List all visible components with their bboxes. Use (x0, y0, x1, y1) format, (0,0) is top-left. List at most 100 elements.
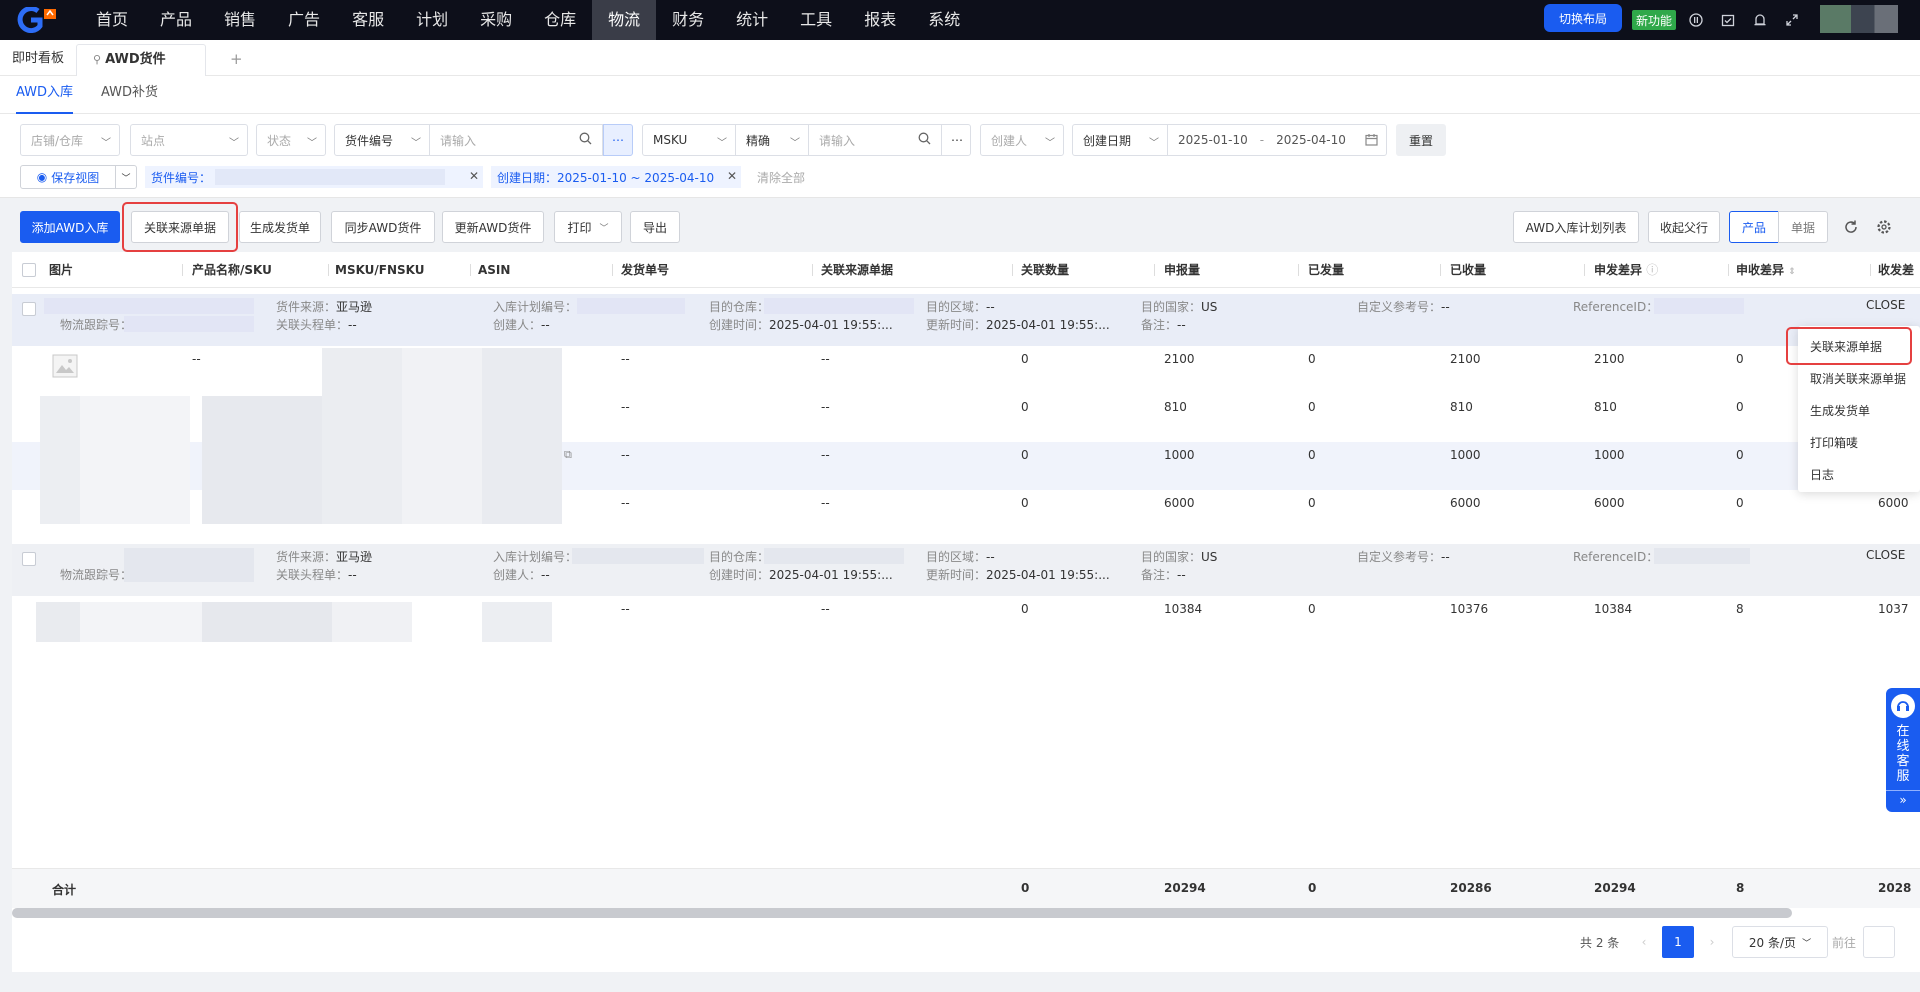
user-avatar[interactable] (1820, 5, 1898, 33)
clear-all-link[interactable]: 清除全部 (757, 169, 805, 186)
bell-icon[interactable] (1752, 12, 1768, 28)
shop-warehouse-select[interactable]: 店铺/仓库 ﹀ (20, 124, 120, 156)
page-1-button[interactable]: 1 (1662, 926, 1694, 958)
menu-unlink-source[interactable]: 取消关联来源单据 (1810, 370, 1906, 387)
nav-home[interactable]: 首页 (80, 0, 144, 40)
nav-sales[interactable]: 销售 (208, 0, 272, 40)
search-icon[interactable] (579, 132, 592, 148)
pin-icon: ⚲ (93, 53, 102, 66)
shipment-no-input[interactable]: 请输入 (429, 124, 603, 156)
menu-gen-shipping[interactable]: 生成发货单 (1810, 402, 1870, 419)
header-no-value: -- (348, 318, 357, 332)
nav-service[interactable]: 客服 (336, 0, 400, 40)
info-icon[interactable] (1688, 12, 1704, 28)
nav-tools[interactable]: 工具 (784, 0, 848, 40)
chevron-down-icon: ﹀ (1149, 138, 1159, 149)
refresh-icon[interactable] (1843, 219, 1859, 238)
nav-product[interactable]: 产品 (144, 0, 208, 40)
horizontal-scrollbar[interactable] (12, 908, 1792, 918)
collapse-parent-button[interactable]: 收起父行 (1648, 211, 1720, 243)
save-view-button[interactable]: ◉ 保存视图 (20, 165, 116, 189)
declared-qty: 10384 (1164, 602, 1203, 616)
subtab-awd-inbound[interactable]: AWD入库 (16, 76, 74, 114)
group-header-1: 物流跟踪号： 货件来源：亚马逊 关联头程单：-- 入库计划编号： 创建人：-- … (12, 294, 1920, 346)
close-icon[interactable]: ✕ (469, 169, 479, 183)
goto-page-input[interactable] (1863, 926, 1895, 958)
linked-source: -- (821, 602, 830, 616)
menu-print-label[interactable]: 打印箱唛 (1810, 434, 1858, 451)
sync-awd-button[interactable]: 同步AWD货件 (331, 211, 435, 243)
prev-page-icon[interactable]: ‹ (1634, 926, 1654, 958)
received-qty: 6000 (1450, 496, 1481, 510)
search-icon[interactable] (918, 132, 931, 148)
export-button[interactable]: 导出 (630, 211, 680, 243)
remark-value: -- (1177, 568, 1186, 582)
app-logo[interactable] (14, 0, 62, 40)
nav-finance[interactable]: 财务 (656, 0, 720, 40)
expand-icon[interactable]: » (1886, 790, 1920, 807)
creator-select[interactable]: 创建人 ﹀ (980, 124, 1064, 156)
match-mode-select[interactable]: 精确 ﹀ (735, 124, 809, 156)
add-awd-inbound-button[interactable]: 添加AWD入库 (20, 211, 120, 243)
reset-button[interactable]: 重置 (1396, 124, 1446, 156)
shipment-no-type-select[interactable]: 货件编号 ﹀ (334, 124, 430, 156)
menu-log[interactable]: 日志 (1810, 466, 1834, 483)
copy-icon[interactable]: ⧉ (564, 448, 572, 462)
tab-dashboard[interactable]: 即时看板 (0, 44, 76, 76)
date-type-select[interactable]: 创建日期 ﹀ (1072, 124, 1168, 156)
row-checkbox[interactable] (22, 302, 36, 316)
view-document-toggle[interactable]: 单据 (1778, 211, 1828, 243)
update-awd-button[interactable]: 更新AWD货件 (442, 211, 544, 243)
site-select[interactable]: 站点 ﹀ (130, 124, 248, 156)
switch-layout-button[interactable]: 切换布局 (1544, 4, 1622, 32)
subtab-awd-replenish[interactable]: AWD补货 (101, 76, 158, 114)
redacted-warehouse (764, 298, 914, 314)
custom-ref-value: -- (1441, 550, 1450, 564)
fullscreen-icon[interactable] (1784, 12, 1800, 28)
status-select[interactable]: 状态 ﹀ (256, 124, 326, 156)
awd-plan-list-button[interactable]: AWD入库计划列表 (1513, 211, 1639, 243)
save-view-dropdown[interactable]: ﹀ (115, 165, 137, 189)
nav-ads[interactable]: 广告 (272, 0, 336, 40)
table-row[interactable]: -- -- -- 0 2100 0 2100 2100 0 (12, 346, 1920, 394)
select-all-checkbox[interactable] (22, 263, 36, 277)
received-qty: 1000 (1450, 448, 1481, 462)
gear-icon[interactable] (1876, 219, 1892, 238)
shipping-no: -- (621, 496, 630, 510)
add-tab-button[interactable]: + (218, 44, 255, 76)
col-declared: 申报量 (1164, 263, 1201, 277)
nav-system[interactable]: 系统 (912, 0, 976, 40)
msku-input[interactable]: 请输入 (808, 124, 942, 156)
page-size-select[interactable]: 20 条/页 ﹀ (1732, 926, 1828, 958)
more-options-icon[interactable]: ⋯ (941, 124, 971, 156)
filter-chip-date[interactable]: 创建日期：2025-01-10 ~ 2025-04-10 ✕ (491, 166, 741, 188)
help-icon[interactable]: ⓘ (1646, 263, 1658, 277)
nav-stats[interactable]: 统计 (720, 0, 784, 40)
image-placeholder-icon (52, 354, 78, 381)
online-service-widget[interactable]: 在 线 客 服 » (1886, 688, 1920, 812)
nav-warehouse[interactable]: 仓库 (528, 0, 592, 40)
page-size-label: 20 条/页 (1748, 935, 1797, 950)
view-product-toggle[interactable]: 产品 (1729, 211, 1779, 243)
plan-label: 入库计划编号： (493, 300, 578, 314)
row-checkbox[interactable] (22, 552, 36, 566)
task-icon[interactable] (1720, 12, 1736, 28)
nav-plan[interactable]: 计划 (400, 0, 464, 40)
chevron-down-icon: ﹀ (790, 138, 800, 149)
gen-shipping-button[interactable]: 生成发货单 (239, 211, 321, 243)
sort-icon[interactable]: ⇕ (1788, 267, 1796, 277)
close-icon[interactable]: ✕ (727, 169, 737, 183)
received-qty: 810 (1450, 400, 1473, 414)
nav-reports[interactable]: 报表 (848, 0, 912, 40)
nav-purchase[interactable]: 采购 (464, 0, 528, 40)
print-dropdown[interactable]: 打印 ﹀ (554, 211, 622, 243)
tab-awd-shipment[interactable]: ⚲ AWD货件 (76, 44, 206, 76)
filter-chip-shipment[interactable]: 货件编号： ✕ (145, 166, 483, 188)
tab-awd-shipment-label: AWD货件 (105, 52, 166, 67)
nav-logistics[interactable]: 物流 (592, 0, 657, 40)
next-page-icon[interactable]: › (1702, 926, 1722, 958)
more-options-icon[interactable]: ⋯ (603, 124, 633, 156)
msku-type-select[interactable]: MSKU ﹀ (642, 124, 736, 156)
date-range-picker[interactable]: 2025-01-10-2025-04-10 (1167, 124, 1387, 156)
new-feature-badge[interactable]: 新功能 (1632, 10, 1676, 30)
